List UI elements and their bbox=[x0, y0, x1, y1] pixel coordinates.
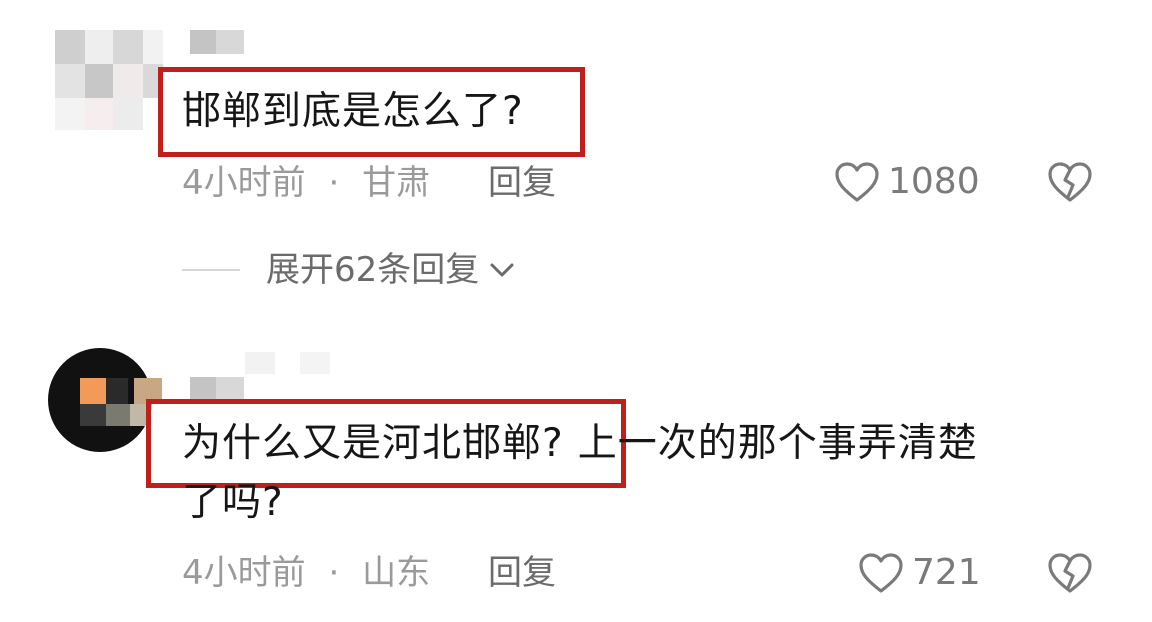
comment-text-line2: 了吗? bbox=[182, 480, 284, 525]
dislike-button[interactable] bbox=[1047, 161, 1093, 203]
like-count: 721 bbox=[912, 552, 981, 593]
heart-outline-icon bbox=[834, 161, 880, 203]
chevron-down-icon bbox=[487, 259, 517, 281]
broken-heart-icon bbox=[1047, 162, 1093, 207]
avatar[interactable] bbox=[55, 30, 165, 130]
expand-divider bbox=[182, 269, 240, 271]
timestamp: 4小时前 bbox=[182, 163, 306, 203]
location: 山东 bbox=[362, 553, 431, 593]
comment-text: 为什么又是河北邯郸? 上一次的那个事弄清楚 bbox=[182, 420, 978, 468]
timestamp: 4小时前 bbox=[182, 553, 306, 593]
like-button[interactable]: 1080 bbox=[834, 161, 980, 203]
expand-replies-label: 展开62条回复 bbox=[266, 250, 480, 290]
expand-replies-button[interactable]: 展开62条回复 bbox=[182, 250, 517, 290]
like-button[interactable]: 721 bbox=[858, 552, 981, 594]
username[interactable] bbox=[190, 352, 360, 400]
meta-separator: · bbox=[328, 163, 340, 203]
reply-button[interactable]: 回复 bbox=[488, 163, 556, 203]
comment-meta: 4小时前 · 甘肃 bbox=[182, 163, 430, 203]
comment-text-highlighted: 为什么又是河北邯郸? bbox=[182, 421, 564, 466]
like-count: 1080 bbox=[888, 161, 980, 202]
username[interactable] bbox=[190, 30, 244, 54]
comment-meta: 4小时前 · 山东 bbox=[182, 553, 430, 593]
location: 甘肃 bbox=[362, 163, 431, 203]
broken-heart-icon bbox=[1047, 553, 1093, 598]
reply-button[interactable]: 回复 bbox=[488, 553, 556, 593]
comment-text-rest: 上一次的那个事弄清楚 bbox=[577, 421, 978, 466]
dislike-button[interactable] bbox=[1047, 552, 1093, 594]
meta-separator: · bbox=[328, 553, 340, 593]
comment-text: 邯郸到底是怎么了? bbox=[182, 89, 524, 134]
heart-outline-icon bbox=[858, 552, 904, 594]
